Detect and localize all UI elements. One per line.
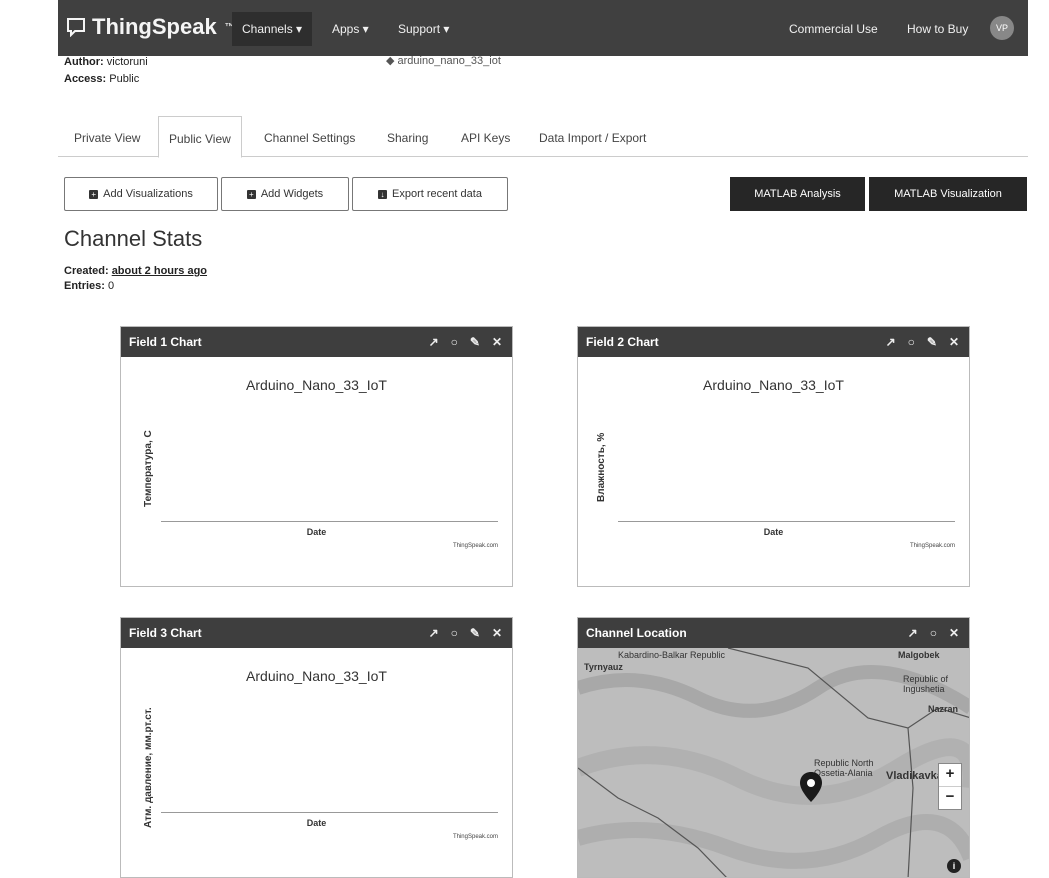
card-header: Channel Location ↗ ○ ✕ — [578, 618, 969, 648]
map-label-malgobek: Malgobek — [898, 650, 940, 660]
add-widgets-label: Add Widgets — [260, 188, 324, 200]
channel-stats: Created: about 2 hours ago Entries: 0 — [64, 264, 207, 294]
external-link-icon[interactable]: ↗ — [429, 327, 439, 357]
edit-icon[interactable]: ✎ — [470, 618, 480, 648]
author-label: Author: — [64, 56, 104, 68]
field-1-chart-card: Field 1 Chart ↗ ○ ✎ ✕ Arduino_Nano_33_Io… — [120, 326, 513, 587]
location-pin-icon[interactable] — [800, 772, 822, 802]
x-axis — [161, 521, 498, 522]
y-axis-label: Температура, С — [143, 430, 154, 507]
plus-icon: + — [89, 189, 99, 199]
card-header: Field 3 Chart ↗ ○ ✎ ✕ — [121, 618, 512, 648]
external-link-icon[interactable]: ↗ — [908, 618, 918, 648]
chart-credit[interactable]: ThingSpeak.com — [910, 543, 955, 549]
tab-public-view[interactable]: Public View — [158, 116, 242, 158]
card-title: Field 2 Chart — [586, 335, 659, 349]
nav-channels[interactable]: Channels ▾ — [232, 12, 313, 46]
avatar[interactable]: VP — [990, 16, 1014, 40]
tab-data-import-export[interactable]: Data Import / Export — [529, 116, 656, 156]
tag-icon: ◆ — [386, 55, 395, 67]
export-recent-data-button[interactable]: ↓ Export recent data — [352, 177, 508, 211]
x-axis-label: Date — [306, 527, 327, 537]
close-icon[interactable]: ✕ — [949, 327, 959, 357]
brand-logo[interactable]: ThingSpeak ™ — [66, 14, 235, 40]
page-title: Channel Stats — [64, 226, 203, 251]
chart-title: Arduino_Nano_33_IoT — [703, 377, 844, 393]
close-icon[interactable]: ✕ — [492, 618, 502, 648]
edit-icon[interactable]: ✎ — [470, 327, 480, 357]
created-value[interactable]: about 2 hours ago — [112, 265, 207, 277]
plus-icon: + — [246, 189, 256, 199]
channel-tag: ◆ arduino_nano_33_iot — [386, 54, 501, 67]
comment-icon[interactable]: ○ — [451, 618, 458, 648]
entries-label: Entries: — [64, 280, 105, 292]
nav-how-to-buy[interactable]: How to Buy — [907, 22, 968, 56]
add-visualizations-label: Add Visualizations — [103, 188, 193, 200]
external-link-icon[interactable]: ↗ — [429, 618, 439, 648]
chart-area: Arduino_Nano_33_IoT Температура, С Date … — [121, 357, 512, 586]
card-header: Field 2 Chart ↗ ○ ✎ ✕ — [578, 327, 969, 357]
tab-channel-settings[interactable]: Channel Settings — [254, 116, 365, 156]
add-widgets-button[interactable]: + Add Widgets — [221, 177, 349, 211]
download-icon: ↓ — [378, 189, 388, 199]
tab-private-view[interactable]: Private View — [64, 116, 150, 156]
add-visualizations-button[interactable]: + Add Visualizations — [64, 177, 218, 211]
card-title: Channel Location — [586, 626, 687, 640]
zoom-in-button[interactable]: + — [939, 764, 961, 787]
map-label-nazran: Nazran — [928, 704, 959, 714]
y-axis-label: Влажность, % — [596, 432, 607, 502]
chart-title: Arduino_Nano_33_IoT — [246, 377, 387, 393]
map-label-north-ossetia: Republic North Ossetia-Alania — [814, 758, 874, 778]
channel-meta: Author: victoruni Access: Public — [64, 54, 148, 88]
edit-icon[interactable]: ✎ — [927, 327, 937, 357]
created-label: Created: — [64, 265, 109, 277]
matlab-analysis-button[interactable]: MATLAB Analysis — [730, 177, 865, 211]
tab-api-keys[interactable]: API Keys — [451, 116, 520, 156]
zoom-control: + − — [938, 763, 962, 810]
top-navbar: ThingSpeak ™ Channels ▾ Apps ▾ Support ▾ … — [58, 0, 1028, 56]
chart-credit[interactable]: ThingSpeak.com — [453, 834, 498, 840]
x-axis — [161, 812, 498, 813]
chart-title: Arduino_Nano_33_IoT — [246, 668, 387, 684]
nav-apps[interactable]: Apps ▾ — [332, 22, 369, 56]
tab-sharing[interactable]: Sharing — [377, 116, 438, 156]
info-icon[interactable]: i — [947, 859, 961, 873]
field-2-chart-card: Field 2 Chart ↗ ○ ✎ ✕ Arduino_Nano_33_Io… — [577, 326, 970, 587]
y-axis-label: Атм. давление, мм.рт.ст. — [143, 707, 154, 828]
nav-commercial-use[interactable]: Commercial Use — [789, 22, 878, 56]
x-axis — [618, 521, 955, 522]
chart-area: Arduino_Nano_33_IoT Атм. давление, мм.рт… — [121, 648, 512, 877]
channel-tag-text: arduino_nano_33_iot — [397, 55, 501, 67]
matlab-visualization-button[interactable]: MATLAB Visualization — [869, 177, 1027, 211]
comment-icon[interactable]: ○ — [908, 327, 915, 357]
card-title: Field 1 Chart — [129, 335, 202, 349]
field-3-chart-card: Field 3 Chart ↗ ○ ✎ ✕ Arduino_Nano_33_Io… — [120, 617, 513, 878]
card-header: Field 1 Chart ↗ ○ ✎ ✕ — [121, 327, 512, 357]
zoom-out-button[interactable]: − — [939, 787, 961, 809]
map-label-kabardino: Kabardino-Balkar Republic — [618, 650, 726, 660]
channel-tabs: Private View Public View Channel Setting… — [58, 116, 1028, 158]
external-link-icon[interactable]: ↗ — [886, 327, 896, 357]
author-value: victoruni — [106, 56, 148, 68]
map-label-tyrnyauz: Tyrnyauz — [584, 662, 623, 672]
chart-area: Arduino_Nano_33_IoT Влажность, % Date Th… — [578, 357, 969, 586]
chart-credit[interactable]: ThingSpeak.com — [453, 543, 498, 549]
brand-name: ThingSpeak — [92, 14, 217, 39]
entries-value: 0 — [108, 280, 115, 292]
card-title: Field 3 Chart — [129, 626, 202, 640]
nav-support[interactable]: Support ▾ — [398, 22, 449, 56]
chat-bubble-icon — [67, 18, 85, 37]
location-map[interactable]: Kabardino-Balkar Republic Tyrnyauz Malgo… — [578, 648, 969, 877]
map-label-ingushetia: Republic of Ingushetia — [903, 674, 949, 694]
x-axis-label: Date — [306, 818, 327, 828]
access-value: Public — [109, 73, 140, 85]
access-label: Access: — [64, 73, 107, 85]
comment-icon[interactable]: ○ — [451, 327, 458, 357]
close-icon[interactable]: ✕ — [492, 327, 502, 357]
comment-icon[interactable]: ○ — [930, 618, 937, 648]
export-label: Export recent data — [392, 188, 482, 200]
channel-location-card: Channel Location ↗ ○ ✕ Kabardino-Balkar … — [577, 617, 970, 878]
x-axis-label: Date — [763, 527, 784, 537]
close-icon[interactable]: ✕ — [949, 618, 959, 648]
